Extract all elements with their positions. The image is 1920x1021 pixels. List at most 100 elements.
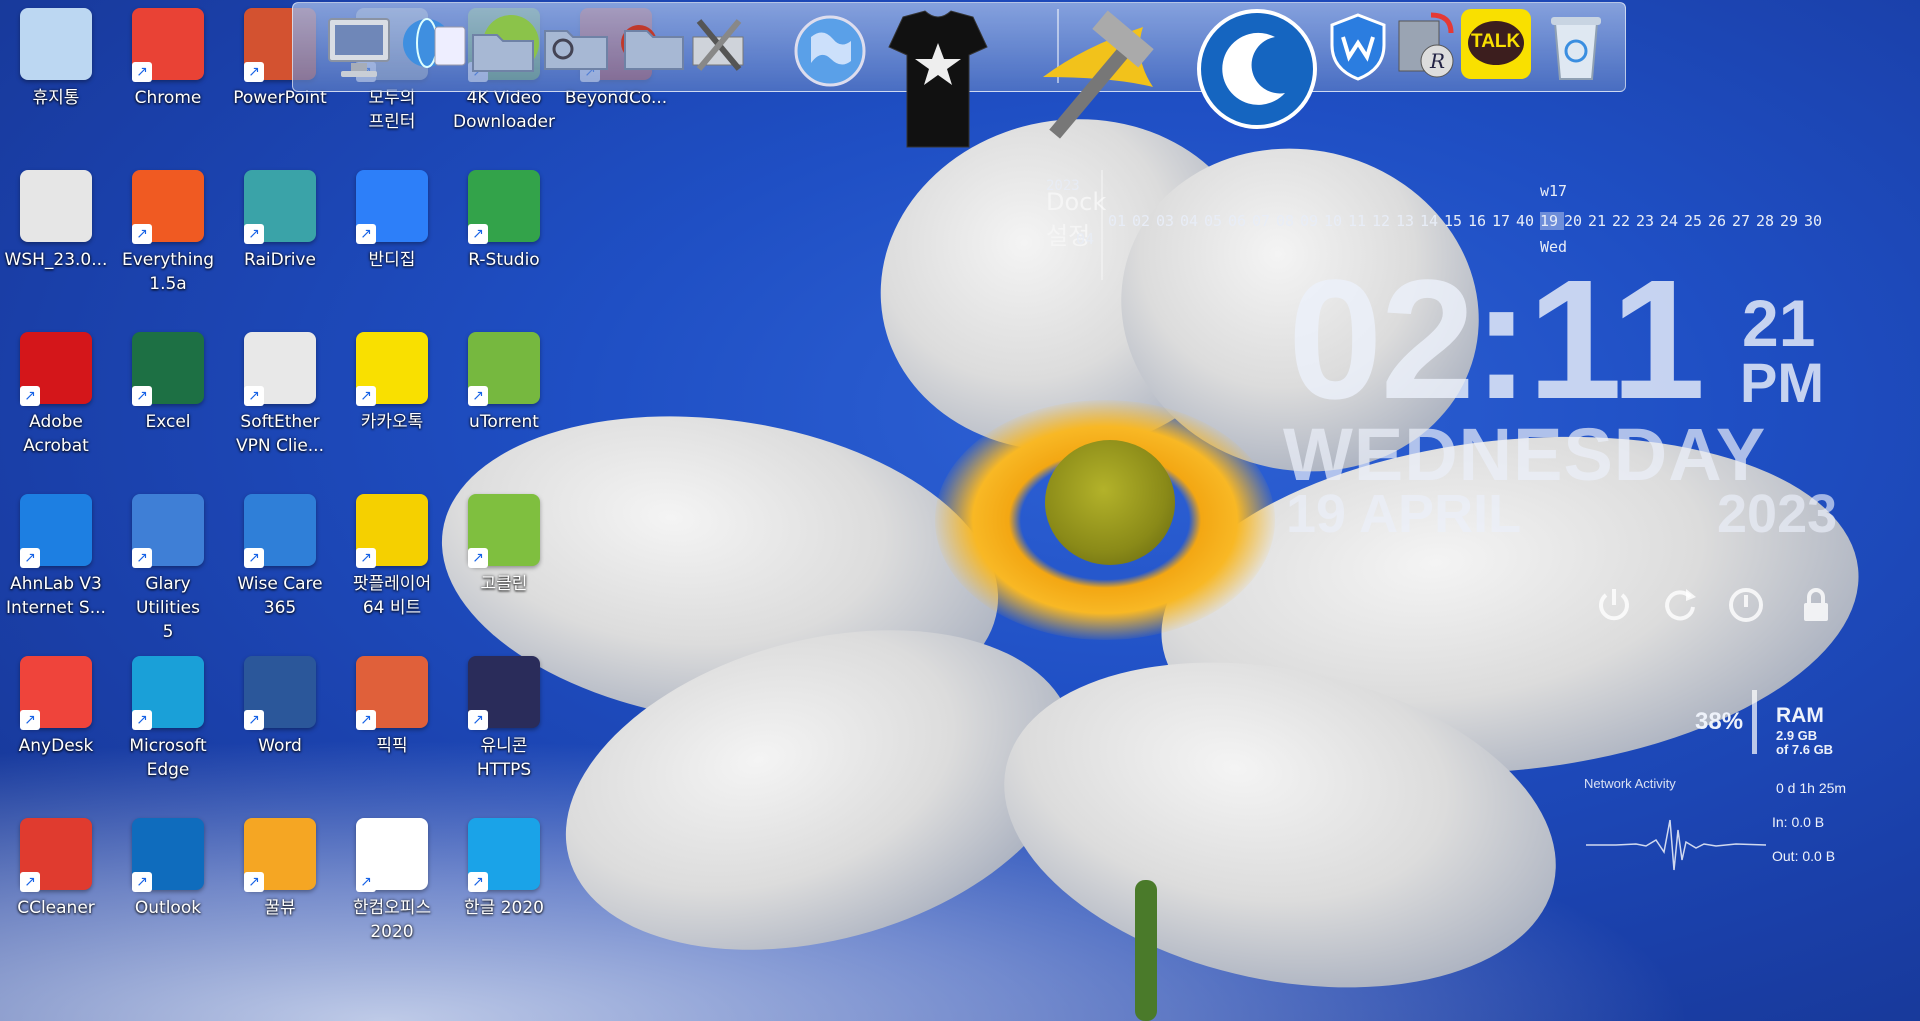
lock-icon[interactable] (1796, 585, 1836, 625)
calendar-day: 17 (1492, 212, 1511, 230)
calendar-day: 20 (1564, 212, 1583, 230)
desktop-icon-label: uTorrent (469, 412, 539, 432)
desktop-icon-potplayer[interactable]: ↗ 팟플레이어 64 비트 (336, 494, 448, 620)
network-in: In: 0.0 B (1772, 814, 1825, 830)
desktop-icon-unicorn-https[interactable]: ↗ 유니콘 HTTPS (448, 656, 560, 782)
desktop-icon-ccleaner[interactable]: ↗ CCleaner (0, 818, 112, 920)
desktop-icon-label: 반디집 (368, 250, 416, 270)
registry-icon[interactable]: R (1391, 7, 1469, 89)
desktop-icon-r-studio[interactable]: ↗ R-Studio (448, 170, 560, 272)
installer-icon (20, 170, 92, 242)
calendar-day: 09 (1300, 212, 1319, 230)
desktop-icon-goclean[interactable]: ↗ 고클린 (448, 494, 560, 596)
calendar-day: 24 (1660, 212, 1679, 230)
shortcut-arrow-icon: ↗ (356, 872, 376, 892)
wise-care-icon[interactable] (1323, 7, 1401, 89)
desktop-icon-kakaotalk[interactable]: ↗ 카카오톡 (336, 332, 448, 434)
calendar-month: 04 (1076, 230, 1095, 248)
kakaotalk-icon[interactable]: TALK (1461, 7, 1531, 89)
network-globe-icon[interactable] (393, 7, 471, 89)
anydesk-icon: ↗ (20, 656, 92, 730)
network-graph (1586, 819, 1766, 871)
goclean-icon: ↗ (468, 494, 540, 568)
globe-icon[interactable] (789, 7, 867, 89)
desktop-icon-label: RaiDrive (244, 250, 316, 270)
shortcut-arrow-icon: ↗ (468, 386, 488, 406)
shortcut-arrow-icon: ↗ (468, 224, 488, 244)
monitor-icon[interactable] (323, 7, 401, 89)
r-studio-icon: ↗ (468, 170, 540, 244)
desktop-icon-hancom-office[interactable]: ↗ 한컴오피스 2020 (336, 818, 448, 944)
desktop-icon-label: Glary Utilities 5 (136, 574, 200, 642)
desktop-icon-label: 꿀뷰 (264, 898, 296, 918)
calendar-day: 21 (1588, 212, 1607, 230)
utorrent-icon: ↗ (468, 332, 540, 406)
shortcut-arrow-icon: ↗ (356, 386, 376, 406)
flower-center (1045, 440, 1175, 565)
clock-ampm: PM (1740, 351, 1824, 414)
desktop-icon-softether-vpn[interactable]: ↗ SoftEther VPN Clie... (224, 332, 336, 458)
kakaotalk-icon: ↗ (356, 332, 428, 406)
ram-total: of 7.6 GB (1776, 742, 1834, 757)
shortcut-arrow-icon: ↗ (244, 386, 264, 406)
power-icon[interactable] (1594, 585, 1634, 625)
desktop-icon-label: Everything 1.5a (121, 250, 215, 294)
desktop-icon-picpick[interactable]: ↗ 픽픽 (336, 656, 448, 758)
desktop-icon-recycle-bin[interactable]: 휴지통 (0, 8, 112, 110)
unicorn-https-icon: ↗ (468, 656, 540, 730)
network-activity-title: Network Activity (1584, 776, 1676, 791)
hangul-icon: ↗ (468, 818, 540, 892)
desktop-icon-utorrent[interactable]: ↗ uTorrent (448, 332, 560, 434)
desktop-icon-ahnlab-v3[interactable]: ↗ AhnLab V3 Internet S... (0, 494, 112, 620)
desktop-icon-label: WSH_23.0... (4, 250, 108, 270)
calendar-day: 11 (1348, 212, 1367, 230)
desktop-icon-installer[interactable]: WSH_23.0... (0, 170, 112, 272)
desktop-icon-anydesk[interactable]: ↗ AnyDesk (0, 656, 112, 758)
desktop-icon-raidrive[interactable]: ↗ RaiDrive (224, 170, 336, 272)
honeyview-icon: ↗ (244, 818, 316, 892)
tshirt-icon[interactable] (883, 7, 993, 157)
clock-time: 02:11 (1288, 245, 1705, 435)
shortcut-arrow-icon: ↗ (468, 872, 488, 892)
shortcut-arrow-icon: ↗ (132, 548, 152, 568)
potplayer-icon: ↗ (356, 494, 428, 568)
hammer-icon[interactable] (1023, 7, 1173, 157)
calendar-day: 19 (1540, 212, 1564, 230)
calendar-day: 29 (1780, 212, 1799, 230)
desktop-icon-everything-search[interactable]: ↗ Everything 1.5a (112, 170, 224, 296)
shortcut-arrow-icon: ↗ (20, 386, 40, 406)
tools-icon[interactable] (681, 7, 759, 89)
shortcut-arrow-icon: ↗ (244, 62, 264, 82)
recycle-bin-icon[interactable] (1541, 7, 1619, 89)
folder-search-icon[interactable] (539, 7, 617, 89)
desktop-icon-excel[interactable]: ↗ Excel (112, 332, 224, 434)
desktop-icon-outlook[interactable]: ↗ Outlook (112, 818, 224, 920)
shortcut-arrow-icon: ↗ (468, 710, 488, 730)
desktop-icon-bandizip[interactable]: ↗ 반디집 (336, 170, 448, 272)
desktop-icon-label: Microsoft Edge (129, 736, 207, 780)
desktop-icon-label: Outlook (134, 898, 202, 918)
desktop-icon-glary-utilities[interactable]: ↗ Glary Utilities 5 (112, 494, 224, 644)
desktop-icon-acrobat[interactable]: ↗ Adobe Acrobat (0, 332, 112, 458)
restart-icon[interactable] (1660, 585, 1700, 625)
edge-icon: ↗ (132, 656, 204, 730)
shortcut-arrow-icon: ↗ (356, 224, 376, 244)
calendar-day: 25 (1684, 212, 1703, 230)
desktop-icon-hangul[interactable]: ↗ 한글 2020 (448, 818, 560, 920)
ram-label: RAM (1776, 704, 1824, 727)
desktop-icon-label: AhnLab V3 Internet S... (6, 574, 106, 618)
desktop-icon-label: Excel (145, 412, 191, 432)
cpu-percent: 38% (1695, 708, 1744, 735)
glary-utilities-icon[interactable] (1195, 7, 1319, 131)
folder-settings-icon[interactable] (611, 7, 689, 89)
clock-weekday: WEDNESDAY (1283, 413, 1767, 496)
sleep-icon[interactable] (1726, 585, 1766, 625)
desktop-icon-wise-care[interactable]: ↗ Wise Care 365 (224, 494, 336, 620)
desktop-icon-chrome[interactable]: ↗ Chrome (112, 8, 224, 110)
shortcut-arrow-icon: ↗ (356, 710, 376, 730)
folder-icon[interactable] (465, 7, 543, 89)
desktop-icon-word[interactable]: ↗ Word (224, 656, 336, 758)
desktop-icon-edge[interactable]: ↗ Microsoft Edge (112, 656, 224, 782)
desktop-icon-honeyview[interactable]: ↗ 꿀뷰 (224, 818, 336, 920)
dock-bar: R TALK (292, 2, 1626, 148)
